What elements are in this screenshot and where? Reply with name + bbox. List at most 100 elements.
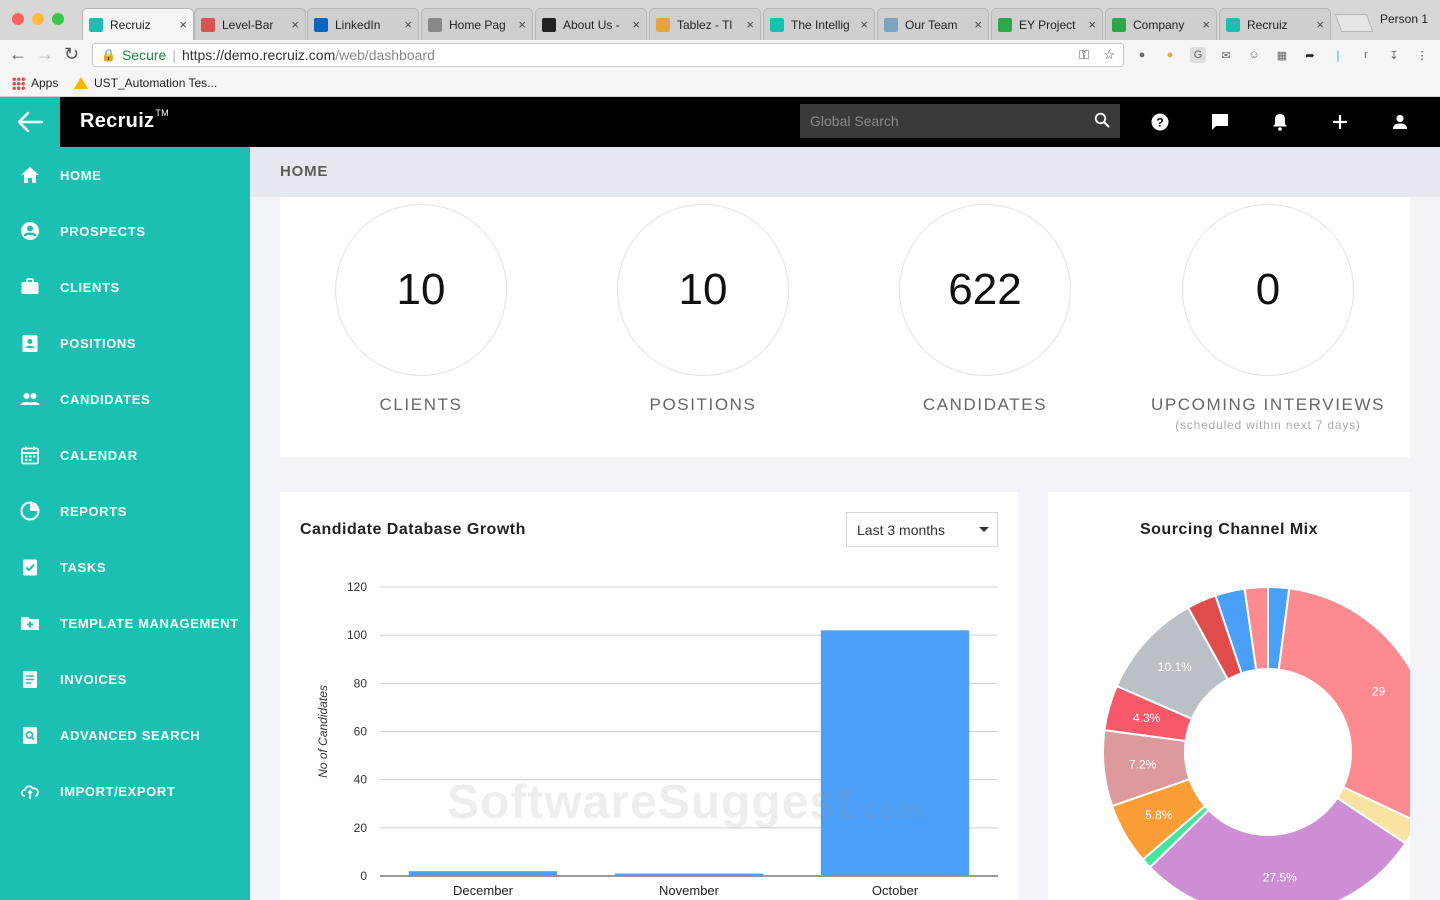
sidebar-item-tasks[interactable]: TASKS [0,539,250,595]
browser-tab[interactable]: Company × [1105,8,1217,40]
recruiz-logo[interactable]: RecruizTM [80,108,169,133]
address-bar[interactable]: 🔒 Secure | https://demo.recruiz.com/web/… [92,43,1124,67]
stat-label: POSITIONS [649,395,757,414]
help-button[interactable]: ? [1147,109,1173,135]
recruiz-extension-icon[interactable]: ❘ [1330,47,1346,63]
browser-tab[interactable]: Tablez - Tl × [649,8,761,40]
drive-icon [74,77,88,89]
sidebar-item-candidates[interactable]: CANDIDATES [0,371,250,427]
sidebar-toggle-button[interactable] [0,97,60,147]
r-extension-icon[interactable]: r [1358,47,1374,63]
y-tick-label: 40 [354,773,368,787]
window-close-button[interactable] [12,13,24,25]
stat-positions[interactable]: 10 POSITIONS [573,197,833,457]
profile-name[interactable]: Person 1 [1380,12,1428,26]
key-icon[interactable]: ⚿ [1079,47,1089,63]
notifications-button[interactable] [1267,109,1293,135]
stat-value: 10 [335,204,507,376]
tab-favicon-icon [998,17,1012,32]
stat-label: CANDIDATES [922,395,1048,414]
tab-close-icon[interactable]: × [746,17,754,32]
tab-title: EY Project [1019,17,1076,32]
donut-slice-label: 10.1% [1158,660,1192,674]
sidebar-item-prospects[interactable]: PROSPECTS [0,203,250,259]
chat-extension-icon[interactable]: ● [1162,47,1178,63]
sidebar-item-label: POSITIONS [60,335,137,351]
browser-tab[interactable]: Recruiz × [1219,8,1331,40]
sidebar-item-positions[interactable]: POSITIONS [0,315,250,371]
sidebar-item-import-export[interactable]: IMPORT/EXPORT [0,763,250,819]
ghostery-extension-icon[interactable]: ● [1134,47,1150,63]
browser-tab[interactable]: LinkedIn × [307,8,419,40]
browser-tab-strip: Recruiz × Level-Bar × LinkedIn × Home Pag × Abou… [0,0,1440,40]
x-tick-label: October [872,883,919,898]
star-icon[interactable]: ☆ [1103,47,1115,63]
window-minimize-button[interactable] [32,13,44,25]
browser-tab[interactable]: EY Project × [991,8,1103,40]
breadcrumb: HOME [250,147,1440,197]
lock-icon: 🔒 [101,48,116,62]
growth-bar-chart: 0 20 40 60 80 100 120 No of Candidates December N… [316,580,998,898]
browser-tab[interactable]: Home Pag × [421,8,533,40]
y-tick-label: 80 [354,676,368,690]
svg-text:?: ? [1156,116,1163,130]
back-button[interactable]: ← [9,44,27,65]
add-button[interactable] [1327,109,1353,135]
grammarly-extension-icon[interactable]: G [1190,47,1206,63]
browser-tab[interactable]: Recruiz × [82,8,194,40]
user-icon [1393,114,1407,129]
menu-kebab-icon[interactable]: ⋮ [1414,47,1430,63]
sidebar-item-invoices[interactable]: INVOICES [0,651,250,707]
cloud-sync-icon [20,781,40,801]
tab-close-icon[interactable]: × [860,17,868,32]
tab-close-icon[interactable]: × [1202,17,1210,32]
tab-close-icon[interactable]: × [1316,17,1324,32]
sidebar-item-reports[interactable]: REPORTS [0,483,250,539]
reload-button[interactable]: ↻ [64,44,79,65]
url-path: /web/dashboard [335,47,435,63]
tab-close-icon[interactable]: × [1088,17,1096,32]
stat-candidates[interactable]: 622 CANDIDATES [855,197,1115,457]
tab-close-icon[interactable]: × [179,17,187,32]
sidebar-item-label: PROSPECTS [60,223,146,239]
arrow-left-icon [17,111,44,133]
stat-value: 10 [617,204,789,376]
forward-button[interactable]: → [36,44,54,65]
tab-close-icon[interactable]: × [974,17,982,32]
download-extension-icon[interactable]: ↧ [1386,47,1402,63]
tab-favicon-icon [542,17,556,32]
browser-tab[interactable]: Our Team × [877,8,989,40]
browser-tab[interactable]: Level-Bar × [194,8,306,40]
tab-title: About Us - [563,17,620,32]
sidebar-item-calendar[interactable]: CALENDAR [0,427,250,483]
tab-close-icon[interactable]: × [518,17,526,32]
sidebar-item-advanced-search[interactable]: ADVANCED SEARCH [0,707,250,763]
inbox-extension-icon[interactable]: ✉ [1218,47,1234,63]
sidebar-item-home[interactable]: HOME [0,147,250,203]
new-tab-button[interactable] [1334,14,1374,32]
tab-title: Home Pag [449,17,506,32]
window-maximize-button[interactable] [52,13,64,25]
grid-extension-icon[interactable]: ▦ [1274,47,1290,63]
tab-close-icon[interactable]: × [291,17,299,32]
ust-automation-bookmark[interactable]: UST_Automation Tes... [74,76,217,90]
global-search-input[interactable] [810,113,1080,129]
tab-close-icon[interactable]: × [404,17,412,32]
search-icon[interactable] [1094,112,1110,128]
apps-bookmark[interactable]: Apps [12,76,58,90]
stat-upcoming-interviews[interactable]: 0 UPCOMING INTERVIEWS (scheduled within ne… [1138,197,1398,457]
messages-button[interactable] [1207,109,1233,135]
tab-title: Company [1133,17,1185,32]
people-extension-icon[interactable]: ☺ [1246,47,1262,63]
stat-clients[interactable]: 10 CLIENTS [291,197,551,457]
user-menu-button[interactable] [1387,109,1413,135]
sidebar-item-clients[interactable]: CLIENTS [0,259,250,315]
share-extension-icon[interactable]: ➦ [1302,47,1318,63]
sidebar: HOME PROSPECTS CLIENTS POSITIONS CANDIDATES C… [0,147,250,900]
x-tick-label: November [659,883,720,898]
browser-tab[interactable]: About Us - × [535,8,647,40]
browser-tab[interactable]: The Intellig × [763,8,875,40]
y-tick-label: 100 [347,628,367,642]
tab-close-icon[interactable]: × [632,17,640,32]
sidebar-item-template-management[interactable]: TEMPLATE MANAGEMENT [0,595,250,651]
